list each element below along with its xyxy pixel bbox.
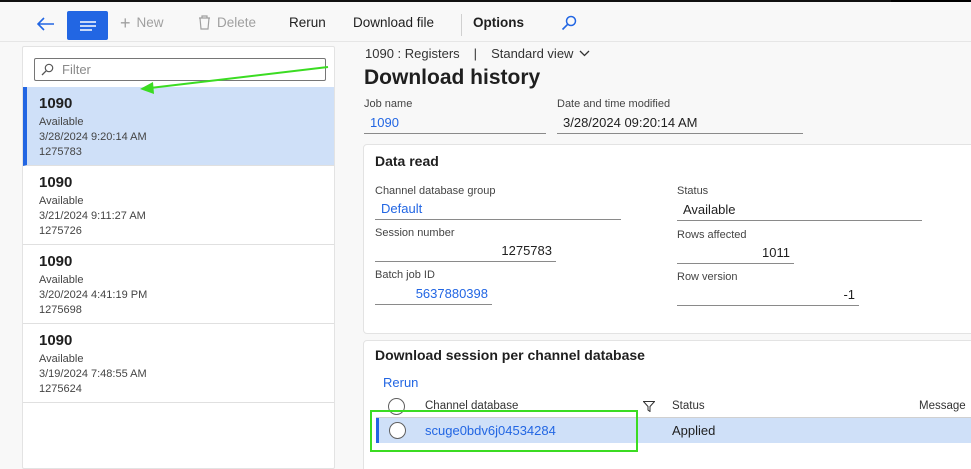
- annotation-highlight-box: [370, 410, 638, 452]
- annotation-arrow: [140, 66, 329, 94]
